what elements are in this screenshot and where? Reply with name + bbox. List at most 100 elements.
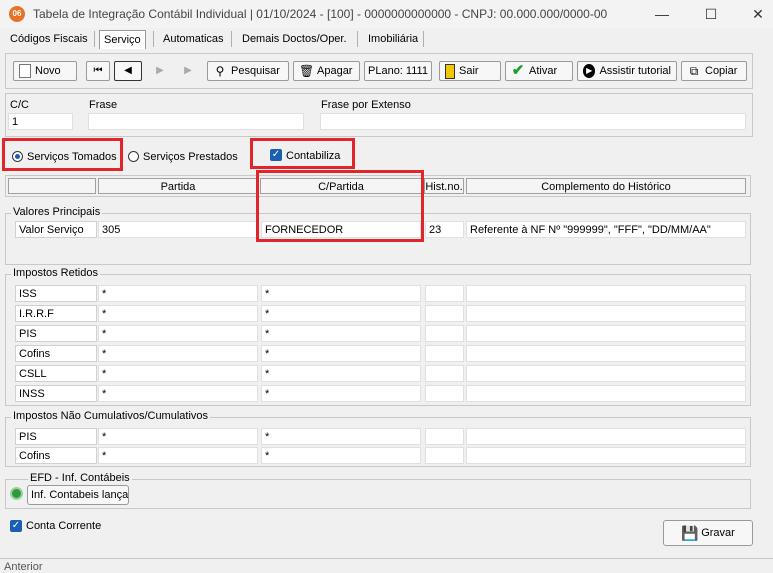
valor-servico-hist-input[interactable]: 23 bbox=[425, 221, 464, 238]
plano-button[interactable]: PLano: 1111 bbox=[364, 61, 432, 81]
cc-input[interactable]: 1 bbox=[8, 113, 73, 130]
copiar-button[interactable]: ⧉ Copiar bbox=[681, 61, 747, 81]
inf-contabeis-label: Inf. Contabeis lançad bbox=[31, 489, 129, 501]
nao-cumulativo-partida-input[interactable]: * bbox=[98, 447, 258, 464]
retido-partida-input[interactable]: * bbox=[98, 365, 258, 382]
nao-cumulativo-partida-input[interactable]: * bbox=[98, 428, 258, 445]
retido-complemento-input[interactable] bbox=[466, 325, 746, 342]
efd-title: EFD - Inf. Contábeis bbox=[28, 472, 132, 484]
exit-door-icon bbox=[445, 63, 455, 79]
retido-hist-input[interactable] bbox=[425, 305, 464, 322]
nao-cumulativo-cpartida-input[interactable]: * bbox=[261, 447, 421, 464]
checkmark-icon: ✔ bbox=[511, 62, 525, 79]
play-icon: ▶ bbox=[583, 64, 596, 78]
sair-button[interactable]: Sair bbox=[439, 61, 501, 81]
retido-cpartida-input[interactable]: * bbox=[261, 365, 421, 382]
valor-servico-partida-input[interactable]: 305 bbox=[98, 221, 258, 238]
contabiliza-label[interactable]: Contabiliza bbox=[286, 150, 340, 162]
app-logo-icon: 06 bbox=[9, 6, 25, 22]
retido-complemento-input[interactable] bbox=[466, 305, 746, 322]
retido-partida-input[interactable]: * bbox=[98, 325, 258, 342]
tab-demais-doctos[interactable]: Demais Doctos/Oper. bbox=[238, 30, 351, 48]
gravar-label: Gravar bbox=[701, 527, 735, 539]
conta-corrente-label[interactable]: Conta Corrente bbox=[26, 520, 101, 532]
pesquisar-button[interactable]: ⚲ Pesquisar bbox=[207, 61, 289, 81]
close-icon[interactable]: ✕ bbox=[748, 4, 768, 24]
assistir-tutorial-button[interactable]: ▶ Assistir tutorial bbox=[577, 61, 677, 81]
column-header-blank bbox=[8, 178, 96, 194]
retido-partida-input[interactable]: * bbox=[98, 385, 258, 402]
frase-extenso-label: Frase por Extenso bbox=[321, 99, 411, 111]
retido-row-label: CSLL bbox=[15, 365, 97, 382]
first-record-button[interactable]: ⏮ bbox=[86, 61, 110, 81]
retido-partida-input[interactable]: * bbox=[98, 305, 258, 322]
skip-first-icon: ⏮ bbox=[93, 65, 103, 76]
retido-complemento-input[interactable] bbox=[466, 385, 746, 402]
impostos-retidos-title: Impostos Retidos bbox=[11, 267, 100, 279]
copiar-label: Copiar bbox=[705, 65, 738, 77]
retido-row-label: Cofins bbox=[15, 345, 97, 362]
maximize-icon[interactable]: ☐ bbox=[701, 4, 721, 24]
tab-automaticas[interactable]: Automaticas bbox=[159, 30, 228, 48]
retido-partida-input[interactable]: * bbox=[98, 345, 258, 362]
last-record-button[interactable]: ▶ bbox=[176, 61, 200, 81]
tab-separator bbox=[357, 31, 358, 47]
valor-servico-complemento-input[interactable]: Referente à NF Nº "999999", "FFF", "DD/M… bbox=[466, 221, 746, 238]
window-title: Tabela de Integração Contábil Individual… bbox=[33, 7, 608, 21]
retido-complemento-input[interactable] bbox=[466, 365, 746, 382]
tab-imobiliaria[interactable]: Imobiliária bbox=[364, 30, 422, 48]
servicos-prestados-label[interactable]: Serviços Prestados bbox=[143, 151, 238, 163]
tab-codigos-fiscais[interactable]: Códigos Fiscais bbox=[6, 30, 92, 48]
retido-hist-input[interactable] bbox=[425, 325, 464, 342]
plano-label: PLano: 1111 bbox=[368, 65, 428, 77]
novo-button[interactable]: Novo bbox=[13, 61, 77, 81]
nao-cumulativo-row-label: Cofins bbox=[15, 447, 97, 464]
retido-cpartida-input[interactable]: * bbox=[261, 285, 421, 302]
nao-cumulativo-complemento-input[interactable] bbox=[466, 428, 746, 445]
gravar-button[interactable]: 💾 Gravar bbox=[663, 520, 753, 546]
triangle-right-icon: ▶ bbox=[156, 65, 164, 76]
frase-label: Frase bbox=[89, 99, 118, 111]
frase-input[interactable] bbox=[88, 113, 304, 130]
retido-cpartida-input[interactable]: * bbox=[261, 305, 421, 322]
copy-icon: ⧉ bbox=[689, 64, 699, 78]
save-disk-icon: 💾 bbox=[681, 525, 699, 541]
retido-complemento-input[interactable] bbox=[466, 345, 746, 362]
assistir-label: Assistir tutorial bbox=[599, 65, 671, 77]
retido-partida-input[interactable]: * bbox=[98, 285, 258, 302]
contabiliza-checkbox[interactable]: ✓ bbox=[270, 149, 282, 161]
tab-separator bbox=[94, 31, 95, 47]
minimize-icon[interactable]: — bbox=[652, 4, 672, 24]
frase-extenso-input[interactable] bbox=[320, 113, 746, 130]
servicos-prestados-radio[interactable] bbox=[128, 151, 139, 162]
inf-contabeis-button[interactable]: Inf. Contabeis lançad bbox=[27, 485, 129, 505]
servicos-tomados-radio[interactable] bbox=[12, 151, 23, 162]
nao-cumulativo-hist-input[interactable] bbox=[425, 447, 464, 464]
retido-hist-input[interactable] bbox=[425, 345, 464, 362]
retido-row-label: I.R.R.F bbox=[15, 305, 97, 322]
retido-complemento-input[interactable] bbox=[466, 285, 746, 302]
retido-cpartida-input[interactable]: * bbox=[261, 345, 421, 362]
nao-cumulativo-cpartida-input[interactable]: * bbox=[261, 428, 421, 445]
next-record-button[interactable]: ▶ bbox=[148, 61, 172, 81]
ativar-button[interactable]: ✔ Ativar bbox=[505, 61, 573, 81]
nao-cumulativo-hist-input[interactable] bbox=[425, 428, 464, 445]
retido-cpartida-input[interactable]: * bbox=[261, 325, 421, 342]
sair-label: Sair bbox=[459, 65, 479, 77]
apagar-button[interactable]: 🗑 Apagar bbox=[293, 61, 360, 81]
retido-cpartida-input[interactable]: * bbox=[261, 385, 421, 402]
retido-hist-input[interactable] bbox=[425, 385, 464, 402]
column-header-partida: Partida bbox=[98, 178, 258, 194]
retido-hist-input[interactable] bbox=[425, 365, 464, 382]
conta-corrente-checkbox[interactable]: ✓ bbox=[10, 520, 22, 532]
nao-cumulativo-complemento-input[interactable] bbox=[466, 447, 746, 464]
apagar-label: Apagar bbox=[317, 65, 353, 77]
triangle-left-icon: ◀ bbox=[124, 65, 132, 76]
tab-servico[interactable]: Serviço bbox=[99, 30, 146, 49]
impostos-nao-cumulativos-title: Impostos Não Cumulativos/Cumulativos bbox=[11, 410, 211, 422]
previous-record-button[interactable]: ◀ bbox=[114, 61, 142, 81]
servicos-tomados-label[interactable]: Serviços Tomados bbox=[27, 151, 117, 163]
retido-hist-input[interactable] bbox=[425, 285, 464, 302]
column-header-hist: Hist.no. bbox=[424, 178, 464, 194]
nao-cumulativo-row-label: PIS bbox=[15, 428, 97, 445]
